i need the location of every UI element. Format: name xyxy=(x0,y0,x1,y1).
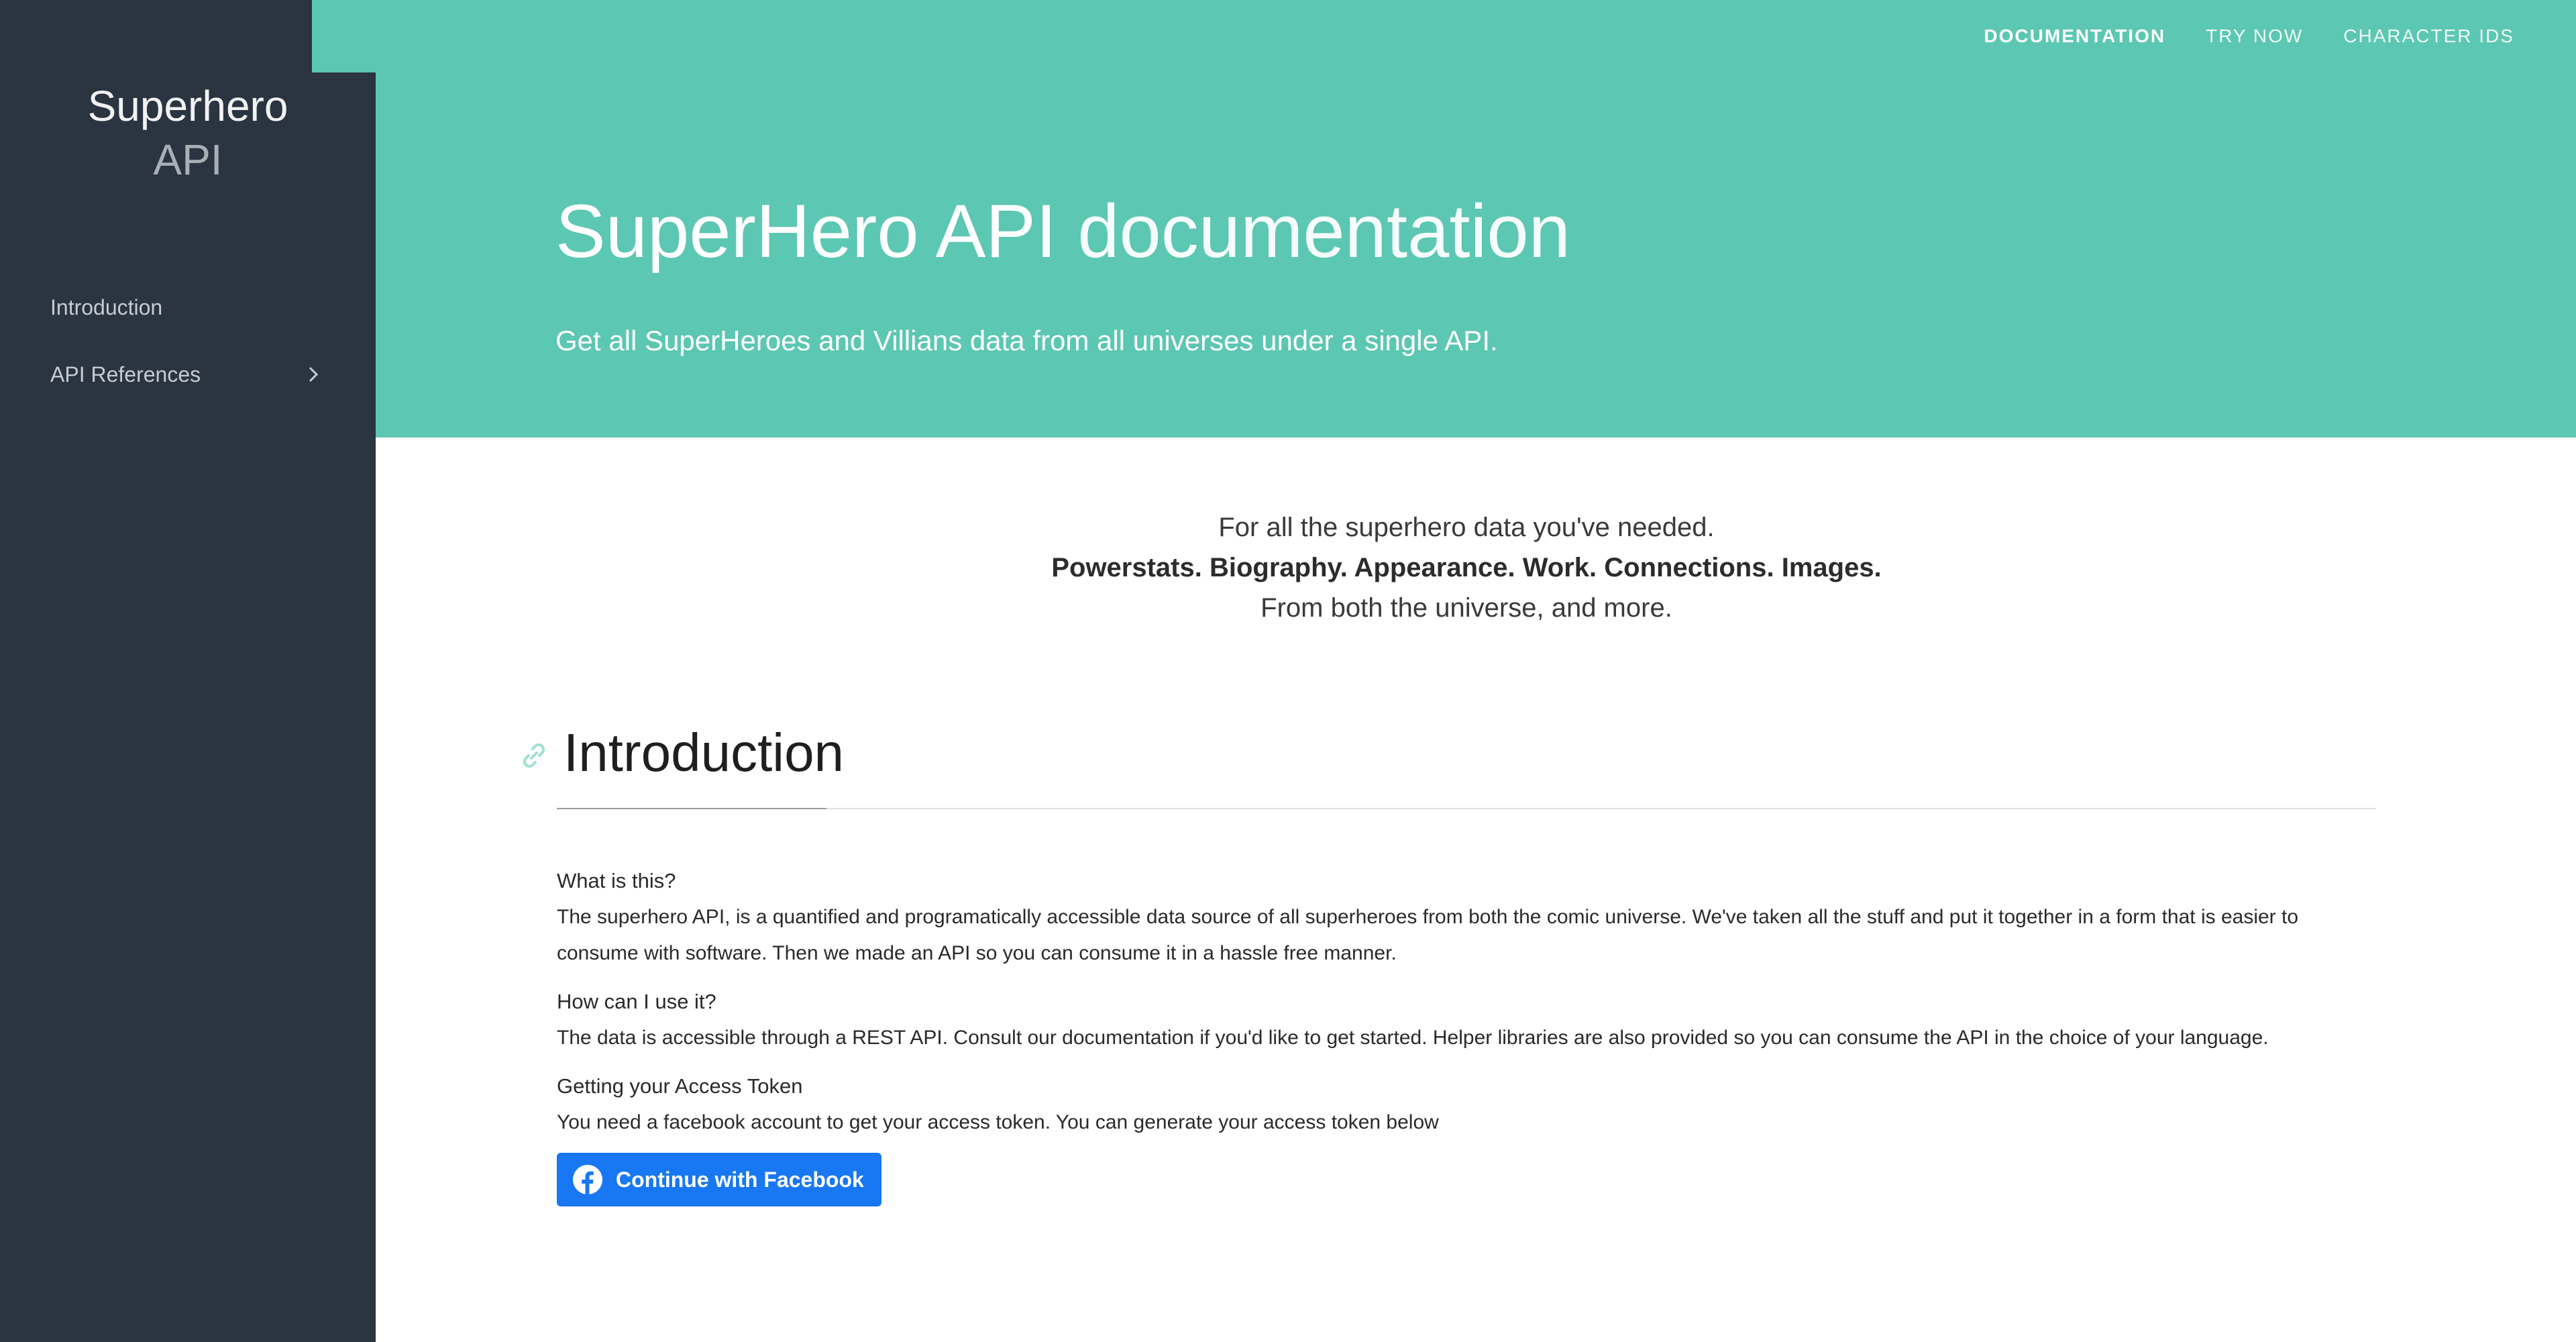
sidebar-accent-notch xyxy=(312,0,376,72)
introduction-body: What is this? The superhero API, is a qu… xyxy=(557,863,2376,1208)
page-subtitle: Get all SuperHeroes and Villians data fr… xyxy=(555,325,1498,356)
sidebar-nav: Introduction API References xyxy=(0,274,376,408)
chevron-right-icon[interactable] xyxy=(303,364,323,384)
nav-documentation[interactable]: DOCUMENTATION xyxy=(1984,25,2165,47)
nav-try-now[interactable]: TRY NOW xyxy=(2206,25,2303,47)
answer-token: You need a facebook account to get your … xyxy=(557,1111,1439,1133)
brand-logo[interactable]: Superhero API xyxy=(0,79,376,187)
page-title: SuperHero API documentation xyxy=(555,188,1570,274)
brand-subname: API xyxy=(153,136,223,184)
sidebar-item-label: API References xyxy=(50,362,201,386)
sidebar-item-introduction[interactable]: Introduction xyxy=(0,274,376,341)
heading-underline xyxy=(557,808,826,809)
link-icon[interactable] xyxy=(518,739,550,772)
tagline-line2: Powerstats. Biography. Appearance. Work.… xyxy=(1051,553,1882,582)
main-content: For all the superhero data you've needed… xyxy=(523,437,2376,1208)
sidebar-item-api-references[interactable]: API References xyxy=(0,341,376,408)
tagline-line3: From both the universe, and more. xyxy=(1260,593,1672,623)
section-heading: Introduction xyxy=(564,723,845,782)
continue-with-facebook-button[interactable]: Continue with Facebook xyxy=(557,1153,881,1206)
page-title-light: documentation xyxy=(1077,189,1570,273)
answer-what: The superhero API, is a quantified and p… xyxy=(557,906,2299,964)
top-nav: DOCUMENTATION TRY NOW CHARACTER IDS xyxy=(1984,25,2514,47)
facebook-button-label: Continue with Facebook xyxy=(616,1168,864,1192)
question-token: Getting your Access Token xyxy=(557,1074,803,1098)
introduction-section-header: Introduction xyxy=(523,722,2376,809)
page-title-main: SuperHero API xyxy=(555,189,1057,273)
answer-how: The data is accessible through a REST AP… xyxy=(557,1027,2269,1049)
question-how: How can I use it? xyxy=(557,990,716,1013)
question-what: What is this? xyxy=(557,869,676,892)
tagline: For all the superhero data you've needed… xyxy=(557,507,2376,628)
hero-header: DOCUMENTATION TRY NOW CHARACTER IDS Supe… xyxy=(376,0,2576,437)
nav-character-ids[interactable]: CHARACTER IDS xyxy=(2343,25,2514,47)
sidebar-item-label: Introduction xyxy=(50,295,163,319)
brand-name: Superhero xyxy=(87,82,288,130)
facebook-icon xyxy=(572,1164,604,1196)
tagline-line1: For all the superhero data you've needed… xyxy=(1218,513,1715,542)
sidebar: Superhero API Introduction API Reference… xyxy=(0,0,376,1342)
app-root: Superhero API Introduction API Reference… xyxy=(0,0,2576,1342)
